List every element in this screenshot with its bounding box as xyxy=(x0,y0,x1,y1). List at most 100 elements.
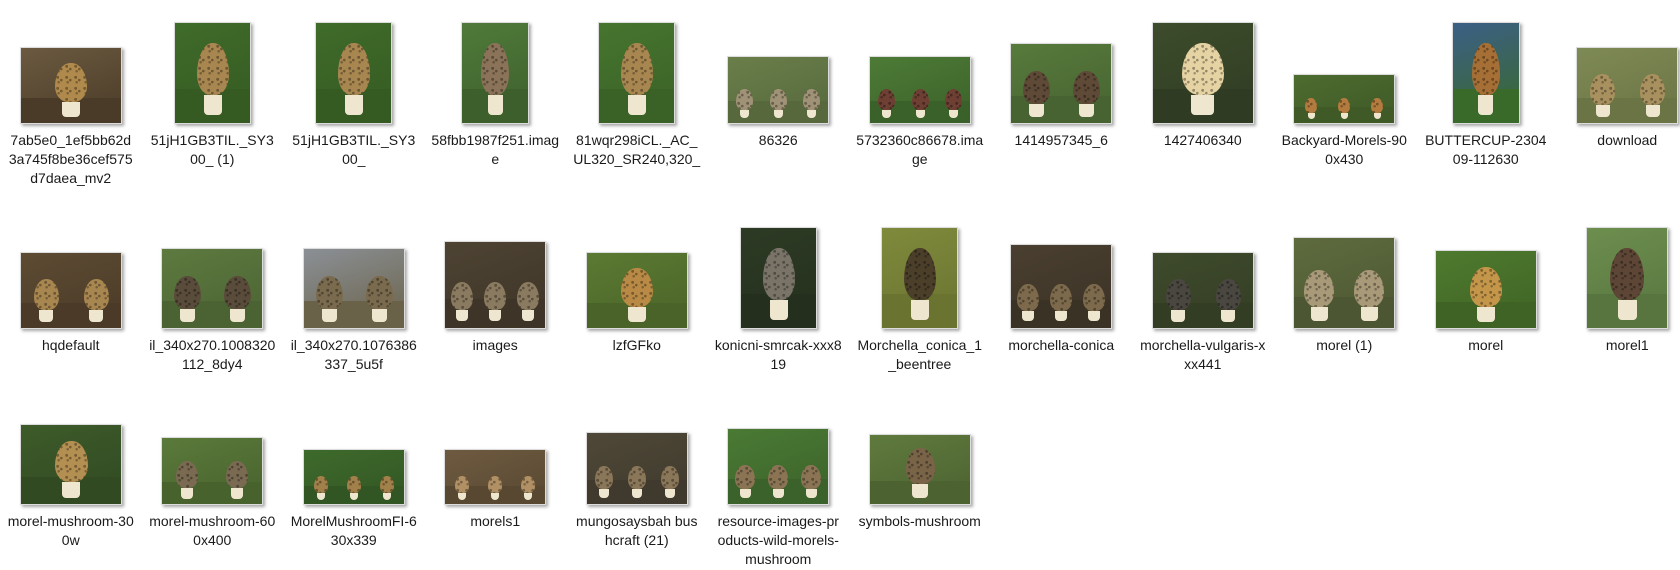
thumbnail-image xyxy=(19,424,122,505)
file-item[interactable]: BUTTERCUP-230409-112630 xyxy=(1415,0,1557,207)
file-grid: 7ab5e0_1ef5bb62d3a745f8be36cef575d7daea_… xyxy=(0,0,1680,570)
file-item[interactable]: download xyxy=(1557,0,1680,207)
morel-mushroom-graphic xyxy=(517,282,540,322)
thumbnail-image xyxy=(727,428,830,505)
thumbnail-image xyxy=(161,437,264,505)
thumbnail-frame xyxy=(0,219,141,329)
thumbnail-frame xyxy=(425,14,566,124)
file-name-label: 51jH1GB3TIL._SY300_ xyxy=(292,132,416,167)
file-name-label: hqdefault xyxy=(41,337,100,353)
morel-mushroom-graphic xyxy=(660,466,679,499)
file-item[interactable]: Backyard-Morels-900x430 xyxy=(1274,0,1416,207)
thumbnail-image xyxy=(19,252,122,329)
file-item[interactable]: 7ab5e0_1ef5bb62d3a745f8be36cef575d7daea_… xyxy=(0,0,142,207)
morel-mushroom-graphic xyxy=(911,88,929,118)
file-name-label: symbols-mushroom xyxy=(858,513,981,529)
morel-mushroom-graphic xyxy=(1610,248,1645,320)
file-name-label: 58fbb1987f251.image xyxy=(431,132,560,167)
morel-mushroom-graphic xyxy=(481,43,510,115)
morel-mushroom-graphic xyxy=(594,466,613,499)
morel-mushroom-graphic xyxy=(1073,70,1101,117)
file-item[interactable]: morel xyxy=(1415,207,1557,383)
thumbnail-image xyxy=(461,22,530,124)
file-item[interactable]: morel-mushroom-300w xyxy=(0,383,142,570)
thumbnail-image xyxy=(444,449,547,505)
file-name-label: konicni-smrcak-xxx819 xyxy=(714,337,842,372)
morel-mushroom-graphic xyxy=(620,268,653,322)
file-item[interactable]: 51jH1GB3TIL._SY300_ (1) xyxy=(142,0,284,207)
thumbnail-frame xyxy=(1415,219,1556,329)
morel-mushroom-graphic xyxy=(54,440,88,498)
file-item[interactable]: morel1 xyxy=(1557,207,1680,383)
morel-mushroom-graphic xyxy=(1215,279,1241,322)
file-name-label: morels1 xyxy=(470,513,521,529)
file-item[interactable]: morel-mushroom-600x400 xyxy=(142,383,284,570)
thumbnail-image xyxy=(881,227,959,329)
thumbnail-image xyxy=(19,47,122,124)
file-item[interactable]: MorelMushroomFI-630x339 xyxy=(283,383,425,570)
file-item[interactable]: Morchella_conica_1_beentree xyxy=(849,207,991,383)
file-item[interactable]: 81wqr298iCL._AC_UL320_SR240,320_ xyxy=(566,0,708,207)
thumbnail-image xyxy=(598,22,676,124)
file-item[interactable]: 5732360c86678.image xyxy=(849,0,991,207)
thumbnail-image xyxy=(161,248,264,329)
morel-mushroom-graphic xyxy=(1023,70,1051,117)
file-name-label: morel1 xyxy=(1605,337,1649,353)
file-name-label: images xyxy=(472,337,518,353)
file-name-label: morel (1) xyxy=(1316,337,1373,353)
file-item[interactable]: hqdefault xyxy=(0,207,142,383)
morel-mushroom-graphic xyxy=(803,88,821,118)
file-item[interactable]: morels1 xyxy=(425,383,567,570)
file-item[interactable]: 1427406340 xyxy=(1132,0,1274,207)
file-item[interactable]: konicni-smrcak-xxx819 xyxy=(708,207,850,383)
thumbnail-frame xyxy=(1132,14,1273,124)
thumbnail-image xyxy=(727,56,830,124)
morel-mushroom-graphic xyxy=(1305,98,1318,120)
morel-mushroom-graphic xyxy=(1050,284,1073,322)
thumbnail-frame xyxy=(991,219,1132,329)
file-name-label: 1427406340 xyxy=(1163,132,1242,148)
thumbnail-frame xyxy=(849,219,990,329)
morel-mushroom-graphic xyxy=(313,475,328,500)
file-item[interactable]: 58fbb1987f251.image xyxy=(425,0,567,207)
file-item[interactable]: il_340x270.1008320112_8dy4 xyxy=(142,207,284,383)
morel-mushroom-graphic xyxy=(621,43,654,115)
thumbnail-image xyxy=(585,432,688,505)
thumbnail-image xyxy=(315,22,393,124)
file-item[interactable]: mungosaysbah bushcraft (21) xyxy=(566,383,708,570)
file-item[interactable]: morel (1) xyxy=(1274,207,1416,383)
thumbnail-frame xyxy=(566,395,707,505)
morel-mushroom-graphic xyxy=(33,279,59,322)
morel-mushroom-graphic xyxy=(83,279,109,322)
file-item[interactable]: resource-images-products-wild-morels-mus… xyxy=(708,383,850,570)
file-item[interactable]: 51jH1GB3TIL._SY300_ xyxy=(283,0,425,207)
file-name-label: il_340x270.1076386337_5u5f xyxy=(290,337,417,372)
morel-mushroom-graphic xyxy=(736,88,754,118)
thumbnail-frame xyxy=(1557,14,1680,124)
thumbnail-frame xyxy=(425,395,566,505)
file-item[interactable]: il_340x270.1076386337_5u5f xyxy=(283,207,425,383)
morel-mushroom-graphic xyxy=(1165,279,1191,322)
file-item[interactable]: 1414957345_6 xyxy=(991,0,1133,207)
thumbnail-image xyxy=(585,252,688,329)
thumbnail-frame xyxy=(849,14,990,124)
file-item[interactable]: symbols-mushroom xyxy=(849,383,991,570)
thumbnail-image xyxy=(302,449,405,505)
file-item[interactable]: morchella-conica xyxy=(991,207,1133,383)
file-name-label: 1414957345_6 xyxy=(1014,132,1108,148)
file-name-label: 51jH1GB3TIL._SY300_ (1) xyxy=(150,132,274,167)
thumbnail-frame xyxy=(283,14,424,124)
thumbnail-image xyxy=(1010,244,1113,329)
file-item[interactable]: 86326 xyxy=(708,0,850,207)
morel-mushroom-graphic xyxy=(338,43,371,115)
thumbnail-frame xyxy=(0,395,141,505)
file-item[interactable]: images xyxy=(425,207,567,383)
file-item[interactable]: lzfGFko xyxy=(566,207,708,383)
thumbnail-frame xyxy=(991,14,1132,124)
thumbnail-frame xyxy=(142,395,283,505)
morel-mushroom-graphic xyxy=(365,275,393,322)
file-name-label: Morchella_conica_1_beentree xyxy=(857,337,983,372)
file-item[interactable]: morchella-vulgaris-xxx441 xyxy=(1132,207,1274,383)
morel-mushroom-graphic xyxy=(1371,98,1384,120)
morel-mushroom-graphic xyxy=(1354,269,1385,321)
